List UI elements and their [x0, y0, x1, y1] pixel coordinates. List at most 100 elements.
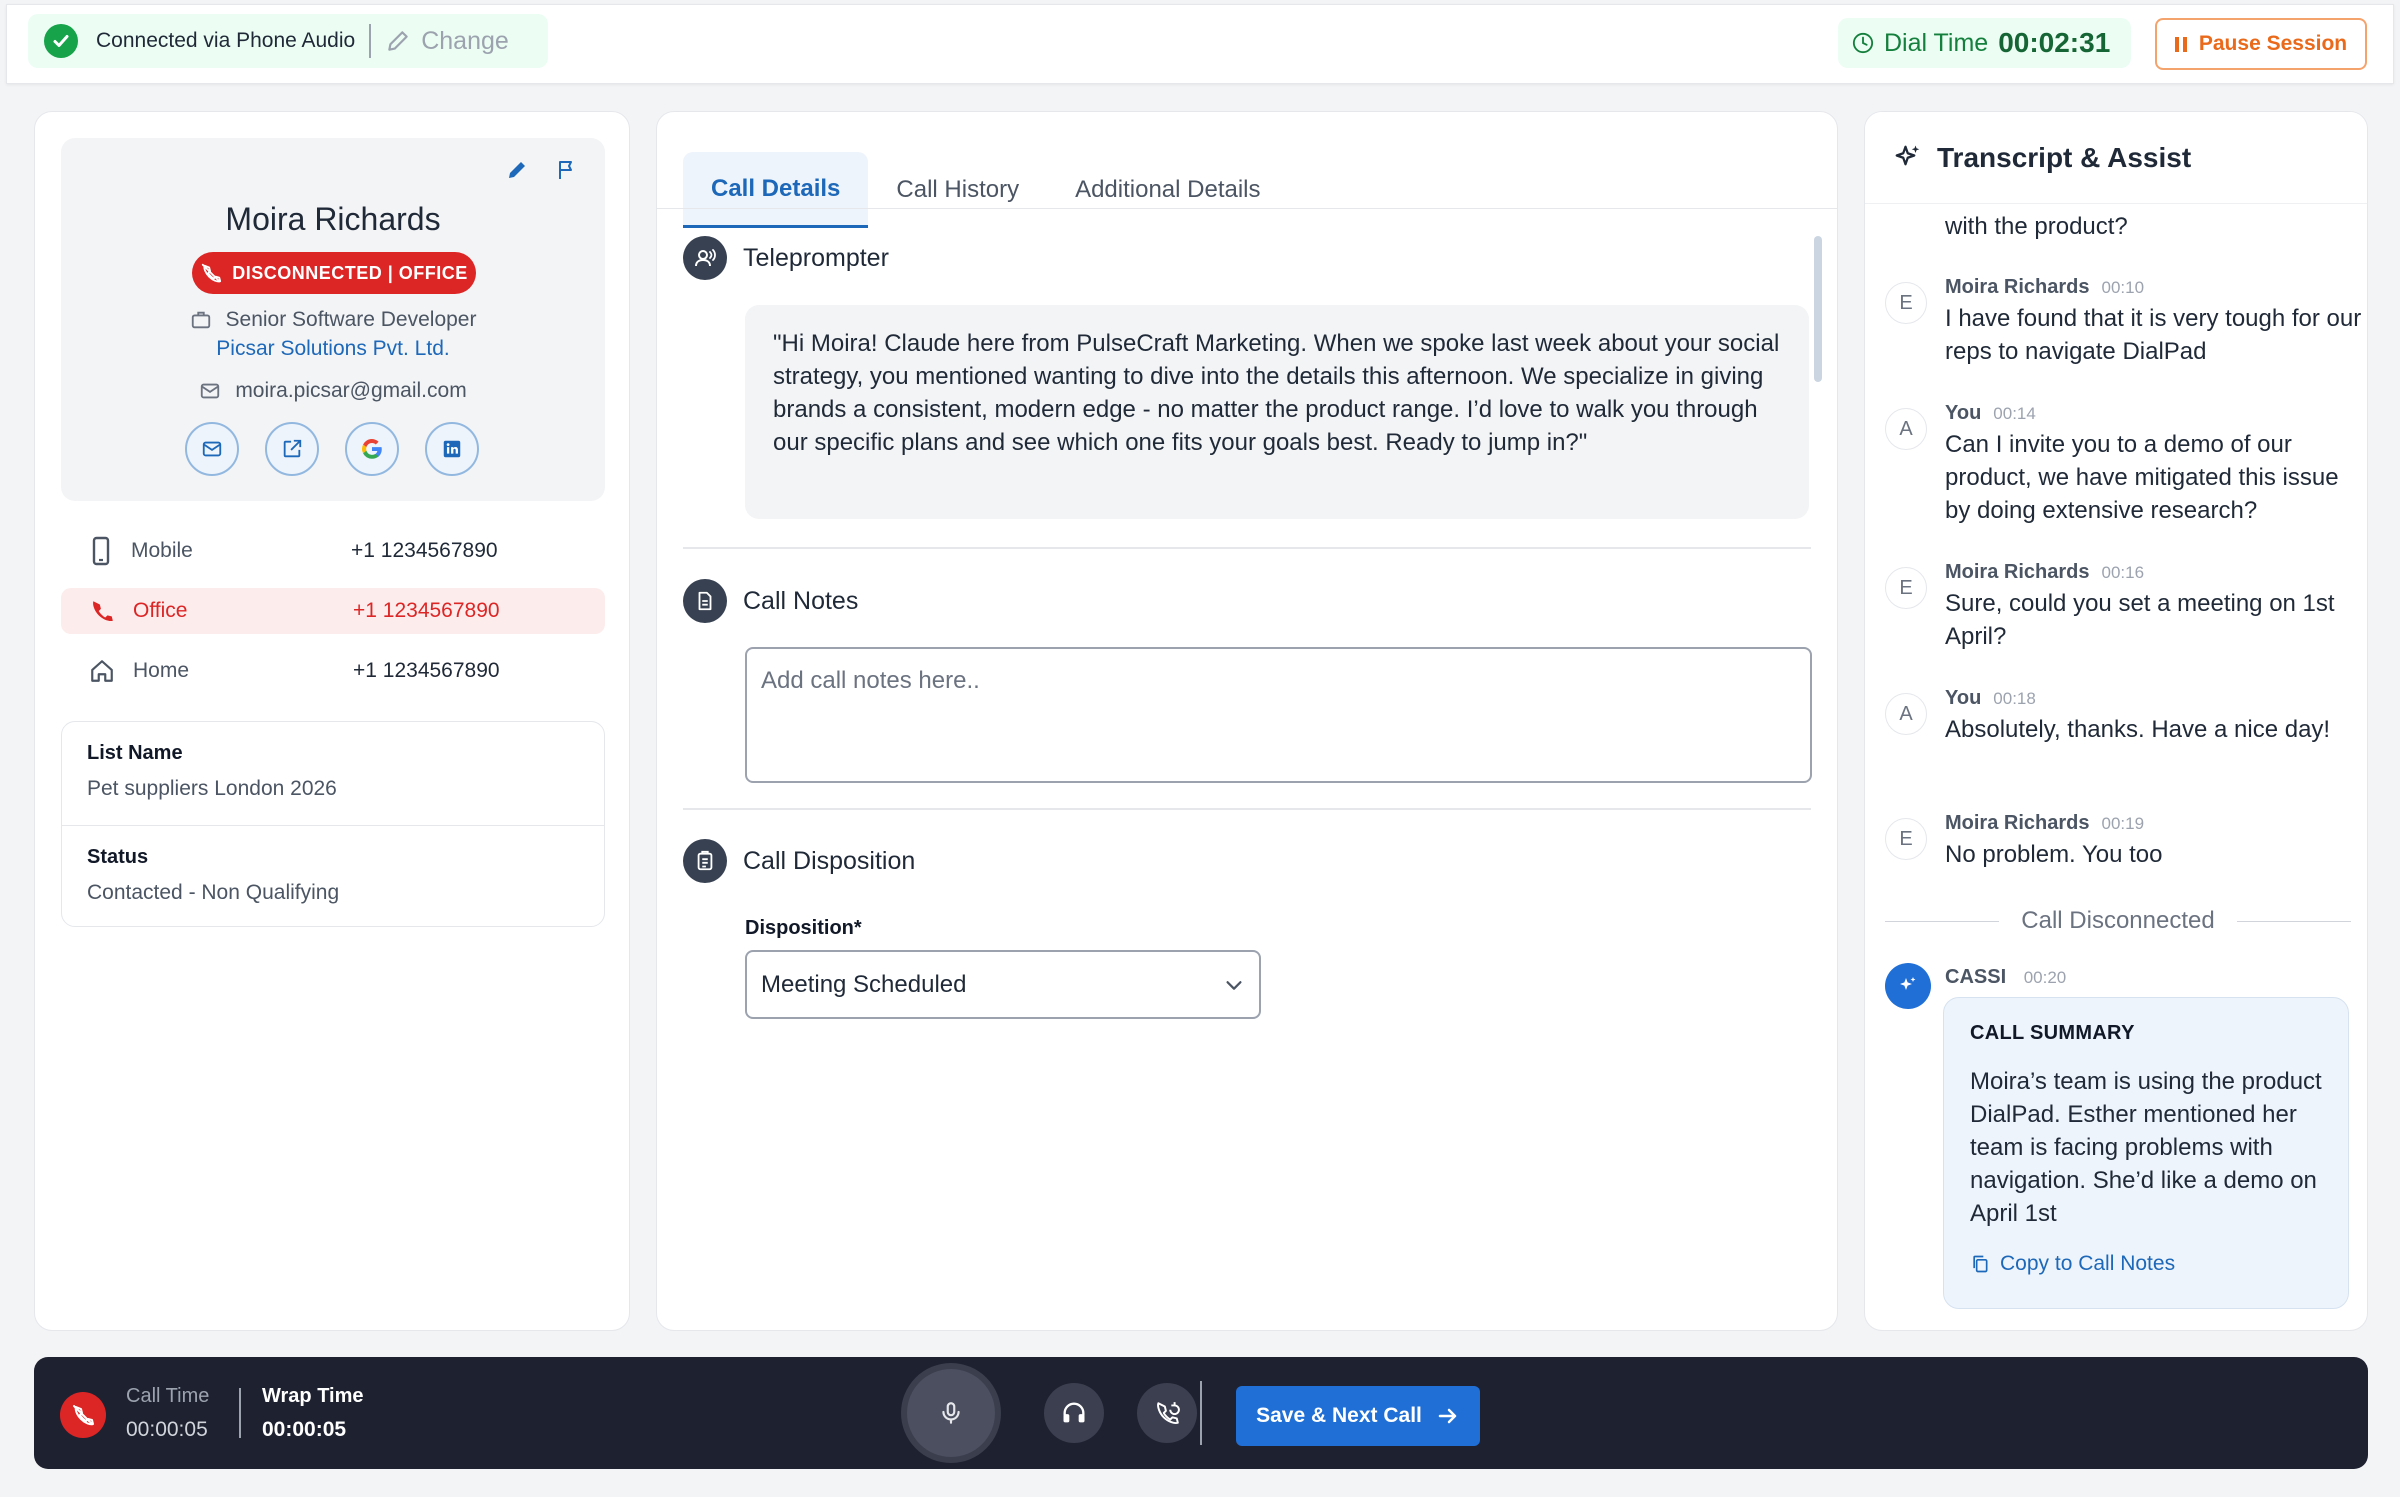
change-button[interactable]: Change [385, 27, 509, 56]
copy-to-call-notes-button[interactable]: Copy to Call Notes [1970, 1252, 2322, 1276]
message-meta: You 00:18 [1945, 687, 2036, 710]
transcript-title: Transcript & Assist [1937, 141, 2192, 173]
phone-row-office[interactable]: Office +1 1234567890 [61, 588, 605, 634]
phone-number: +1 1234567890 [351, 539, 498, 562]
message-time: 00:10 [2101, 278, 2145, 297]
google-icon[interactable] [345, 422, 399, 476]
speaker-icon [683, 236, 727, 280]
status-label: Status [87, 846, 149, 868]
speaker-name: Moira Richards [1945, 812, 2090, 834]
external-link-icon[interactable] [265, 422, 319, 476]
call-summary-card: CALL SUMMARY Moira’s team is using the p… [1943, 997, 2349, 1309]
contact-panel: Moira Richards DISCONNECTED | OFFICE Sen… [34, 111, 630, 1331]
pause-session-button[interactable]: Pause Session [2155, 18, 2367, 70]
connection-status: Connected via Phone Audio Change [28, 14, 548, 68]
status-value: Contacted - Non Qualifying [87, 881, 340, 904]
message-text: I have found that it is very tough for o… [1945, 305, 2362, 365]
document-icon [683, 579, 727, 623]
sparkle-icon [1900, 977, 1916, 990]
call-transfer-button[interactable] [1137, 1383, 1197, 1443]
message-meta: Moira Richards 00:16 [1945, 561, 2144, 584]
dial-time-value: 00:02:31 [1998, 27, 2111, 58]
list-details: List Name Pet suppliers London 2026 Stat… [61, 721, 605, 927]
phone-row-mobile[interactable]: Mobile +1 1234567890 [61, 528, 605, 574]
scrollbar[interactable] [1814, 236, 1822, 382]
tab-call-details[interactable]: Call Details [683, 152, 869, 228]
tab-additional-details[interactable]: Additional Details [1047, 152, 1288, 228]
message-meta: Moira Richards 00:10 [1945, 276, 2144, 299]
pause-label: Pause Session [2198, 32, 2348, 55]
transcript-header: Transcript & Assist [1865, 112, 2367, 204]
change-label: Change [421, 26, 509, 55]
message-meta: You 00:14 [1945, 402, 2036, 425]
microphone-icon [942, 1402, 960, 1424]
divider [1200, 1381, 1202, 1445]
summary-heading: CALL SUMMARY [1970, 1022, 2135, 1044]
disposition-label: Disposition* [745, 917, 862, 939]
headset-button[interactable] [1044, 1383, 1104, 1443]
pause-icon [2174, 36, 2187, 52]
clipboard-icon [683, 839, 727, 883]
message-text: Absolutely, thanks. Have a nice day! [1945, 716, 2331, 743]
call-transfer-icon [1157, 1402, 1180, 1424]
speaker-name: Moira Richards [1945, 276, 2090, 298]
flag-icon[interactable] [555, 158, 579, 182]
social-links [185, 422, 479, 476]
headset-icon [1063, 1402, 1085, 1423]
call-notes-input[interactable] [745, 647, 1812, 783]
dial-time-label: Dial Time [1884, 28, 1989, 57]
tab-bar: Call Details Call History Additional Det… [683, 132, 1289, 228]
phone-icon [93, 601, 113, 622]
list-name-label: List Name [87, 742, 183, 764]
call-disconnected-divider: Call Disconnected [1885, 907, 2351, 935]
call-disconnected-label: Call Disconnected [2021, 907, 2215, 934]
mail-icon[interactable] [185, 422, 239, 476]
avatar: E [1885, 282, 1927, 324]
clock-icon [1852, 32, 1874, 54]
briefcase-icon [191, 311, 210, 329]
wrap-time-label: Wrap Time [262, 1385, 364, 1407]
check-icon [44, 24, 78, 58]
call-notes-header: Call Notes [683, 579, 858, 623]
company-link[interactable]: Picsar Solutions Pvt. Ltd. [61, 337, 605, 361]
phone-row-home[interactable]: Home +1 1234567890 [61, 648, 605, 694]
call-notes-title: Call Notes [743, 586, 859, 615]
chevron-down-icon [1226, 980, 1242, 990]
section-divider [683, 808, 1811, 810]
speaker-name: You [1945, 687, 1982, 709]
microphone-button[interactable] [907, 1369, 995, 1457]
transcript-panel: Transcript & Assist with the product? E … [1864, 111, 2368, 1331]
contact-email: moira.picsar@gmail.com [61, 379, 605, 403]
disposition-select[interactable]: Meeting Scheduled [745, 950, 1261, 1019]
divider [239, 1388, 241, 1438]
call-disposition-header: Call Disposition [683, 839, 915, 883]
assistant-avatar [1885, 963, 1931, 1009]
teleprompter-title: Teleprompter [743, 243, 889, 272]
copy-label: Copy to Call Notes [2000, 1252, 2176, 1275]
status-badge-text: DISCONNECTED | OFFICE [232, 262, 468, 283]
edit-icon[interactable] [505, 158, 529, 182]
summary-text: Moira’s team is using the product DialPa… [1970, 1068, 2322, 1227]
message-meta: Moira Richards 00:19 [1945, 812, 2144, 835]
tab-call-history[interactable]: Call History [868, 152, 1047, 228]
call-time: Call Time 00:00:05 [126, 1385, 209, 1442]
assistant-time: 00:20 [2023, 968, 2067, 987]
message-text: Can I invite you to a demo of our produc… [1945, 431, 2339, 524]
teleprompter-header: Teleprompter [683, 236, 889, 280]
linkedin-icon[interactable] [425, 422, 479, 476]
phone-label: Office [133, 599, 188, 622]
message-time: 00:16 [2101, 563, 2145, 582]
save-next-call-button[interactable]: Save & Next Call [1236, 1386, 1480, 1446]
call-disconnected-icon [60, 1392, 106, 1438]
list-name-value: Pet suppliers London 2026 [87, 777, 337, 800]
phone-label: Mobile [131, 539, 193, 562]
contact-email-text: moira.picsar@gmail.com [235, 379, 467, 402]
save-next-call-label: Save & Next Call [1256, 1404, 1422, 1427]
assistant-name: CASSI [1945, 966, 2007, 988]
wrap-time-value: 00:00:05 [262, 1418, 347, 1441]
arrow-right-icon [1438, 1408, 1457, 1424]
tab-divider [657, 208, 1837, 209]
message-text: No problem. You too [1945, 841, 2163, 868]
phone-label: Home [133, 659, 190, 682]
pencil-icon [388, 31, 408, 51]
